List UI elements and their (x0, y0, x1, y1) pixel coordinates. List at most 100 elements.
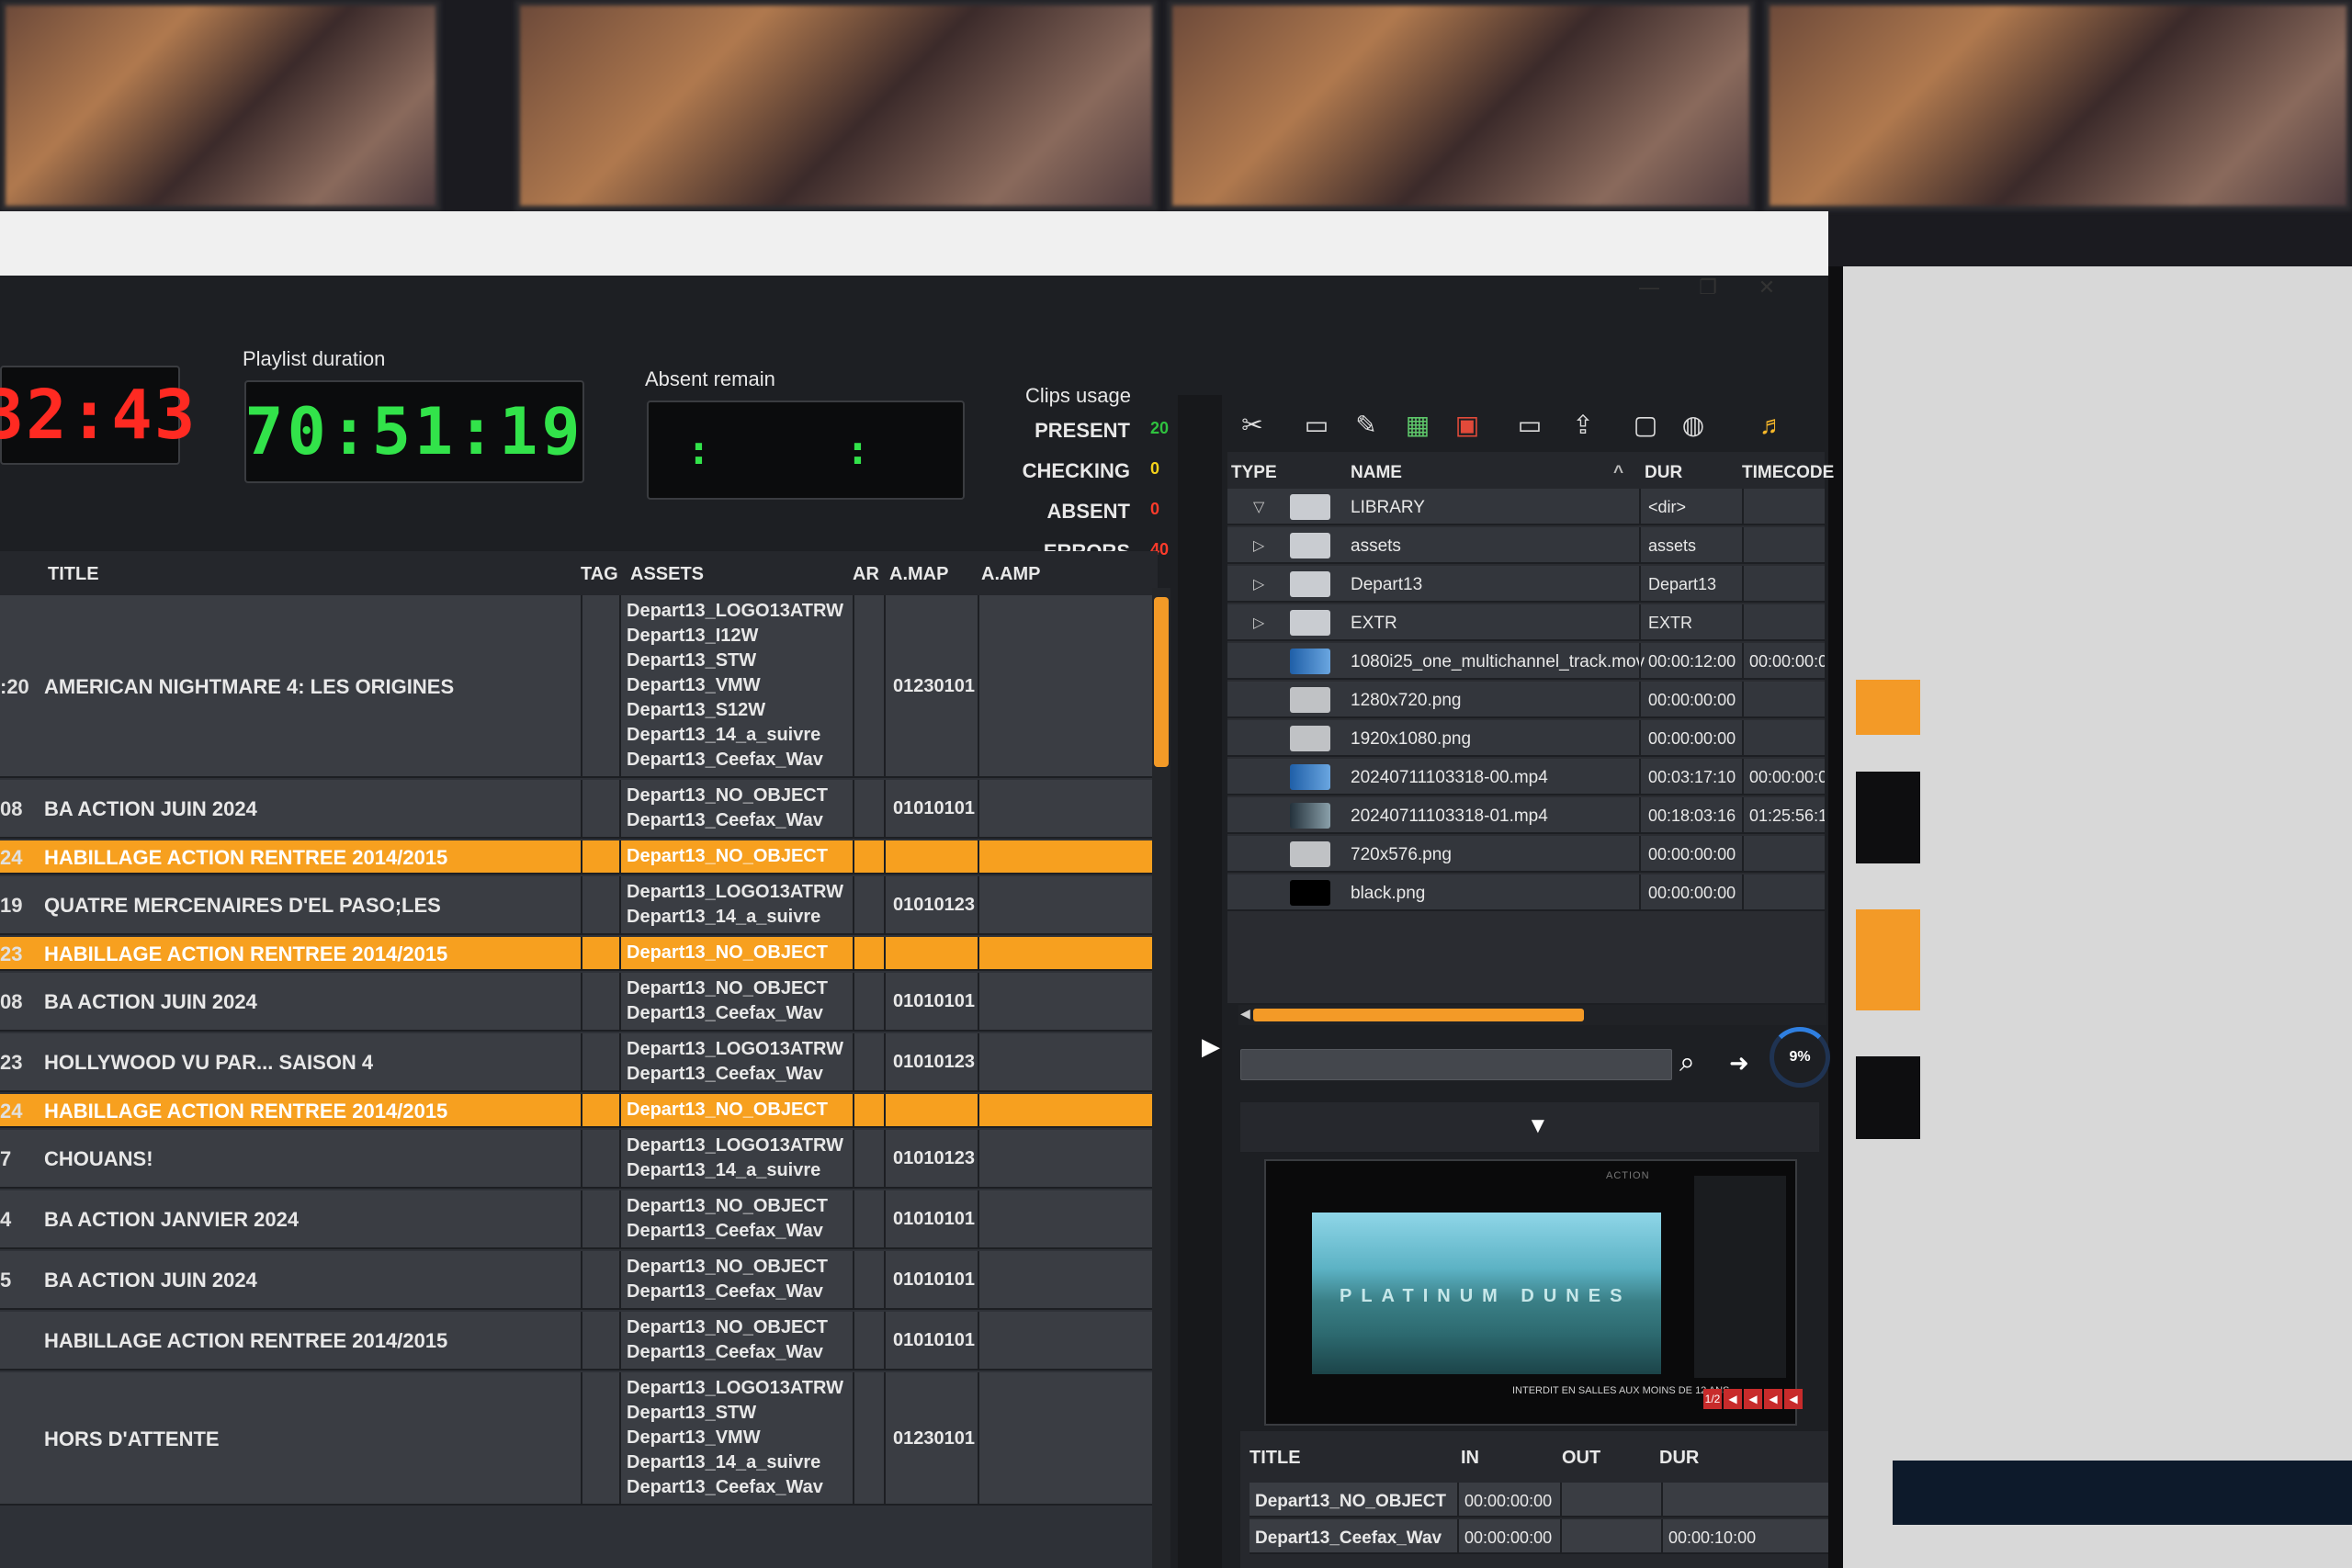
playlist-scroll-thumb[interactable] (1154, 597, 1169, 767)
playlist-row[interactable]: 08 BA ACTION JUIN 2024 Depart13_NO_OBJECT … (0, 973, 1153, 1032)
playlist-row[interactable]: 08 BA ACTION JUIN 2024 Depart13_NO_OBJECT … (0, 780, 1153, 839)
close-icon[interactable]: ✕ (1753, 276, 1781, 299)
library-row[interactable]: 1280x720.png 00:00:00:00 (1227, 682, 1825, 718)
thumbnail-icon (1290, 687, 1330, 713)
clip-row[interactable]: Depart13_Ceefax_Wav 00:00:00:00 00:00:10:0… (1250, 1519, 1828, 1554)
new-folder-icon[interactable]: ▭ (1301, 410, 1332, 441)
clip-col-out[interactable]: OUT (1562, 1448, 1600, 1469)
rewind-icon[interactable]: ◀ (1744, 1389, 1762, 1409)
clip-row[interactable]: Depart13_NO_OBJECT 00:00:00:00 (1250, 1483, 1828, 1517)
clip-col-in[interactable]: IN (1461, 1448, 1479, 1469)
playlist-row-amap (888, 840, 979, 873)
playlist-row[interactable]: 4 BA ACTION JANVIER 2024 Depart13_NO_OBJEC… (0, 1190, 1153, 1249)
clip-col-dur[interactable]: DUR (1659, 1448, 1699, 1469)
film-icon[interactable]: ▦ (1402, 410, 1433, 441)
library-h-scrollbar[interactable]: ◀ (1238, 1005, 1826, 1025)
col-tag-header[interactable]: TAG (581, 564, 618, 585)
speaker-icon[interactable]: ♬ (1757, 410, 1788, 441)
playlist-row-title: HABILLAGE ACTION RENTREE 2014/2015 (44, 1329, 448, 1352)
playlist-row[interactable]: HORS D'ATTENTE Depart13_LOGO13ATRW Depart… (0, 1372, 1153, 1506)
playlist-row[interactable]: 24 HABILLAGE ACTION RENTREE 2014/2015 Depa… (0, 840, 1153, 874)
play-triangle-icon[interactable]: ▶ (1202, 1032, 1220, 1061)
col-name-header[interactable]: NAME (1351, 463, 1402, 483)
preview-video-frame[interactable]: PLATINUM DUNES (1312, 1213, 1661, 1374)
playlist-row-amap: 01010123 (888, 1033, 979, 1090)
library-h-scroll-thumb[interactable] (1253, 1009, 1584, 1021)
expander-icon[interactable]: ▷ (1253, 614, 1264, 632)
library-row-dur: EXTR (1639, 604, 1740, 641)
panel-splitter[interactable] (1178, 395, 1222, 1568)
monitor-icon[interactable]: ▢ (1630, 410, 1661, 441)
clips-usage-title: Clips usage (1025, 384, 1131, 407)
library-row[interactable]: 1080i25_one_multichannel_track.mov 00:00:… (1227, 643, 1825, 680)
rewind-icon[interactable]: ◀ (1724, 1389, 1742, 1409)
display-icon[interactable]: ▭ (1514, 410, 1545, 441)
col-aamp-header[interactable]: A.AMP (981, 564, 1040, 585)
search-icon[interactable]: ⌕ (1679, 1047, 1695, 1078)
upload-icon[interactable]: ⇪ (1567, 410, 1599, 441)
playlist-row[interactable]: 19 QUATRE MERCENAIRES D'EL PASO;LES Depart… (0, 876, 1153, 935)
playlist-row[interactable]: 23 HABILLAGE ACTION RENTREE 2014/2015 Depa… (0, 937, 1153, 971)
playlist-row-title: AMERICAN NIGHTMARE 4: LES ORIGINES (44, 674, 455, 698)
library-row[interactable]: ▷ assets assets (1227, 527, 1825, 564)
playlist-row-ar (853, 595, 886, 776)
playlist-row[interactable]: 24 HABILLAGE ACTION RENTREE 2014/2015 Depa… (0, 1094, 1153, 1128)
library-search-input[interactable] (1240, 1049, 1672, 1080)
col-timecode-header[interactable]: TIMECODE (1742, 463, 1834, 483)
library-row[interactable]: black.png 00:00:00:00 (1227, 874, 1825, 911)
scan-progress-ring: 9% (1770, 1027, 1830, 1088)
cell-divider (1457, 1519, 1459, 1554)
col-type-header[interactable]: TYPE (1231, 463, 1277, 483)
playlist-row[interactable]: 7 CHOUANS! Depart13_LOGO13ATRW Depart13_14… (0, 1130, 1153, 1189)
edit-icon[interactable]: ✎ (1351, 410, 1382, 441)
scissors-icon[interactable]: ✂ (1237, 410, 1268, 441)
playlist-row-aamp (981, 1130, 1151, 1187)
playlist-row[interactable]: 5 BA ACTION JUIN 2024 Depart13_NO_OBJECT D… (0, 1251, 1153, 1310)
playlist-row[interactable]: :20 AMERICAN NIGHTMARE 4: LES ORIGINES Dep… (0, 595, 1153, 778)
library-row-name: assets (1351, 536, 1401, 556)
library-row[interactable]: ▷ Depart13 Depart13 (1227, 566, 1825, 603)
library-row[interactable]: ▷ EXTR EXTR (1227, 604, 1825, 641)
thumbnail-icon (1290, 880, 1330, 906)
library-row[interactable]: ▽ LIBRARY <dir> (1227, 489, 1825, 525)
folder-icon (1290, 571, 1330, 597)
scroll-left-icon[interactable]: ◀ (1240, 1006, 1250, 1021)
maximize-icon[interactable]: ❐ (1694, 276, 1722, 299)
expander-icon[interactable]: ▽ (1253, 498, 1264, 516)
refresh-icon[interactable]: ◍ (1678, 410, 1709, 441)
col-amap-header[interactable]: A.MAP (889, 564, 948, 585)
playlist-row-ar (853, 1251, 886, 1308)
library-row[interactable]: 20240711103318-01.mp4 00:18:03:16 01:25:56… (1227, 797, 1825, 834)
rewind-icon[interactable]: ◀ (1764, 1389, 1782, 1409)
library-row[interactable]: 1920x1080.png 00:00:00:00 (1227, 720, 1825, 757)
sort-caret-icon[interactable]: ^ (1613, 463, 1623, 483)
col-assets-header[interactable]: ASSETS (630, 564, 704, 585)
library-row-name: black.png (1351, 884, 1426, 903)
playlist-row-assets: Depart13_NO_OBJECT Depart13_Ceefax_Wav (627, 1257, 828, 1302)
library-row[interactable]: 720x576.png 00:00:00:00 (1227, 836, 1825, 873)
speed-button[interactable]: 1/2 (1703, 1389, 1722, 1409)
expander-icon[interactable]: ▷ (1253, 575, 1264, 593)
preview-toggle[interactable]: ▼ (1240, 1102, 1819, 1152)
library-row[interactable]: 20240711103318-00.mp4 00:03:17:10 00:00:00… (1227, 759, 1825, 795)
col-ar-header[interactable]: AR (853, 564, 879, 585)
delete-film-icon[interactable]: ▣ (1452, 410, 1483, 441)
playlist-row[interactable]: HABILLAGE ACTION RENTREE 2014/2015 Depart… (0, 1312, 1153, 1371)
playlist-row-aamp (981, 840, 1151, 873)
col-title-header[interactable]: TITLE (48, 564, 99, 585)
clip-col-title[interactable]: TITLE (1250, 1448, 1301, 1469)
playlist-row-tag (581, 1094, 621, 1126)
playlist-row-tag (581, 1372, 621, 1504)
playlist-row[interactable]: 23 HOLLYWOOD VU PAR... SAISON 4 Depart13_L… (0, 1033, 1153, 1092)
arrow-right-icon[interactable]: ➜ (1729, 1049, 1749, 1077)
playlist-row-time: 08 (0, 797, 23, 820)
col-dur-header[interactable]: DUR (1645, 463, 1682, 483)
playlist-scrollbar[interactable] (1152, 588, 1170, 1568)
cell-divider (1560, 1519, 1562, 1554)
playlist-row-title: HABILLAGE ACTION RENTREE 2014/2015 (44, 942, 448, 965)
expander-icon[interactable]: ▷ (1253, 536, 1264, 555)
playlist-row-amap: 01230101 (888, 1372, 979, 1504)
minimize-icon[interactable]: — (1635, 276, 1663, 299)
triangle-down-icon[interactable]: ▼ (1527, 1113, 1549, 1139)
rewind-icon[interactable]: ◀ (1784, 1389, 1803, 1409)
